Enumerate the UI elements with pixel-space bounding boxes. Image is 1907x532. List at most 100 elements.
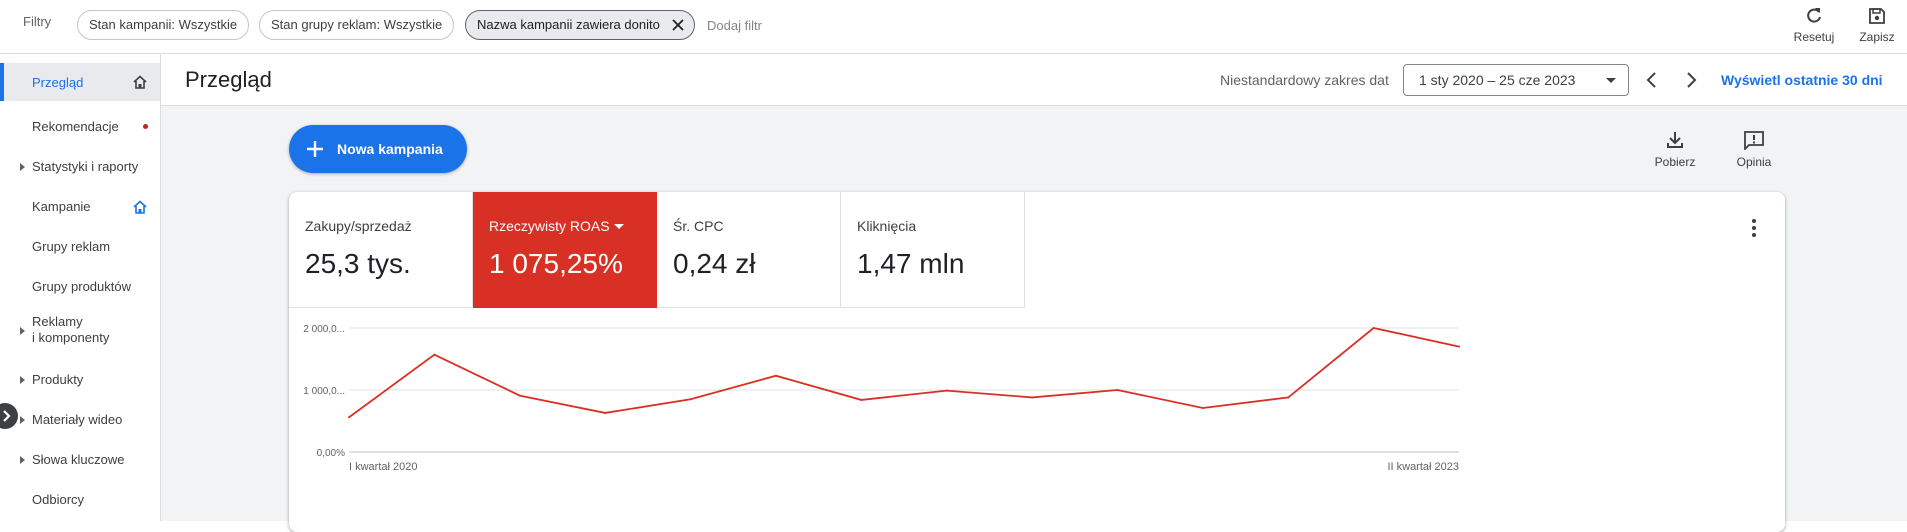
close-icon[interactable] xyxy=(671,18,685,32)
page-title: Przegląd xyxy=(185,67,272,92)
data-point xyxy=(1116,389,1119,391)
metric-value: 25,3 tys. xyxy=(305,248,411,279)
sidebar-item-ads-assets[interactable]: Reklamy i komponenty xyxy=(0,314,160,348)
sidebar-item-label: Odbiorcy xyxy=(32,492,85,507)
chevron-left-icon[interactable] xyxy=(1640,68,1664,92)
sidebar-item-products[interactable]: Produkty xyxy=(0,368,160,392)
overview-card: Zakupy/sprzedaż 25,3 tys. Rzeczywisty RO… xyxy=(289,192,1785,532)
filter-chip-campaign-name-label: Nazwa kampanii zawiera donito xyxy=(477,17,660,32)
sidebar-item-label: Słowa kluczowe xyxy=(32,452,125,467)
data-point xyxy=(1031,396,1034,399)
expand-caret-icon xyxy=(20,163,25,171)
metric-label: Zakupy/sprzedaż xyxy=(305,218,412,234)
reset-button[interactable]: Resetuj xyxy=(1784,6,1844,44)
metric-label: Śr. CPC xyxy=(673,218,724,234)
notification-dot xyxy=(143,124,148,129)
sidebar-item-videos[interactable]: Materiały wideo xyxy=(0,408,160,432)
plus-icon xyxy=(307,141,323,157)
sidebar-item-audiences[interactable]: Odbiorcy xyxy=(0,488,160,512)
data-point xyxy=(433,353,436,356)
y-tick-label: 0,00% xyxy=(317,448,345,459)
data-point xyxy=(860,398,863,401)
metric-tile-avg-cpc[interactable]: Śr. CPC 0,24 zł xyxy=(657,192,841,308)
sidebar-item-label: Materiały wideo xyxy=(32,412,123,427)
save-icon xyxy=(1869,8,1885,24)
refresh-icon xyxy=(1807,8,1821,23)
sidebar-item-campaigns[interactable]: Kampanie xyxy=(0,195,160,219)
y-tick-label: 1 000,0... xyxy=(303,386,345,397)
page-header: Przegląd Niestandardowy zakres dat 1 sty… xyxy=(161,54,1907,106)
home-icon xyxy=(133,75,147,89)
metric-label: Kliknięcia xyxy=(857,218,917,234)
data-point xyxy=(774,374,777,377)
sidebar-item-insights-reports[interactable]: Statystyki i raporty xyxy=(0,155,160,179)
filter-chip-campaign-name[interactable]: Nazwa kampanii zawiera donito xyxy=(465,10,695,40)
sidebar-item-label: Statystyki i raporty xyxy=(32,159,139,174)
sidebar-item-overview[interactable]: Przegląd xyxy=(0,63,160,101)
y-tick-label: 2 000,0... xyxy=(303,324,345,335)
download-icon xyxy=(1667,132,1683,148)
feedback-label: Opinia xyxy=(1736,155,1772,169)
sidebar-item-label: Reklamy xyxy=(32,314,83,329)
chevron-right-icon xyxy=(3,410,11,422)
dropdown-arrow-icon[interactable] xyxy=(614,224,624,229)
x-tick-label: II kwartał 2023 xyxy=(1387,461,1459,473)
date-range-select[interactable]: 1 sty 2020 – 25 cze 2023 xyxy=(1403,64,1629,96)
sidebar-item-label: Grupy reklam xyxy=(32,239,111,254)
data-point xyxy=(689,398,692,401)
sidebar-item-label: Rekomendacje xyxy=(32,119,119,134)
save-label: Zapisz xyxy=(1859,30,1895,44)
new-campaign-button[interactable]: Nowa kampania xyxy=(289,125,467,173)
metric-value: 0,24 zł xyxy=(673,248,756,279)
sidebar-item-label-line2: i komponenty xyxy=(32,330,110,345)
expand-caret-icon xyxy=(20,416,25,424)
expand-caret-icon xyxy=(20,456,25,464)
metric-value: 1 075,25% xyxy=(489,248,623,279)
collapse-sidebar-button[interactable] xyxy=(0,403,18,429)
save-button[interactable]: Zapisz xyxy=(1847,6,1907,44)
download-label: Pobierz xyxy=(1654,155,1696,169)
data-point xyxy=(1201,406,1204,409)
sidebar-item-label: Produkty xyxy=(32,372,84,387)
chevron-right-icon[interactable] xyxy=(1679,68,1703,92)
metric-tile-clicks[interactable]: Kliknięcia 1,47 mln xyxy=(841,192,1025,308)
roas-line-chart: 2 000,0... 1 000,0... 0,00% I kwartał 2020 I… xyxy=(303,324,1460,473)
metric-value: 1,47 mln xyxy=(857,248,965,279)
x-tick-label: I kwartał 2020 xyxy=(349,461,417,473)
data-point xyxy=(945,389,948,392)
metric-label: Rzeczywisty ROAS xyxy=(489,218,610,234)
metric-tile-conversions[interactable]: Zakupy/sprzedaż 25,3 tys. xyxy=(289,192,473,308)
data-point xyxy=(1458,345,1460,348)
data-point xyxy=(604,411,607,414)
data-point xyxy=(1287,396,1290,399)
feedback-button[interactable]: Opinia xyxy=(1724,130,1784,169)
expand-caret-icon xyxy=(20,376,25,384)
add-filter-button[interactable]: Dodaj filtr xyxy=(707,18,762,33)
sidebar-item-recommendations[interactable]: Rekomendacje xyxy=(0,115,160,139)
filter-bar: Filtry Stan kampanii: Wszystkie Stan gru… xyxy=(0,0,1907,54)
expand-caret-icon xyxy=(20,327,25,335)
show-last-30-days-link[interactable]: Wyświetl ostatnie 30 dni xyxy=(1721,72,1883,88)
data-point xyxy=(1372,327,1375,329)
filters-label: Filtry xyxy=(23,14,52,29)
download-button[interactable]: Pobierz xyxy=(1645,130,1705,169)
more-options-icon[interactable] xyxy=(1751,218,1757,238)
filter-chip-adgroup-status[interactable]: Stan grupy reklam: Wszystkie xyxy=(259,10,455,40)
sidebar-item-product-groups[interactable]: Grupy produktów xyxy=(0,275,160,299)
sidebar-item-keywords[interactable]: Słowa kluczowe xyxy=(0,448,160,472)
dropdown-arrow-icon xyxy=(1606,78,1616,83)
home-icon xyxy=(133,200,147,214)
feedback-icon xyxy=(1744,131,1764,150)
new-campaign-label: Nowa kampania xyxy=(337,141,443,157)
data-point xyxy=(518,394,521,397)
metric-tile-roas[interactable]: Rzeczywisty ROAS 1 075,25% xyxy=(473,192,657,308)
main-content: Nowa kampania Pobierz Opinia Zakupy/sprz… xyxy=(161,106,1907,532)
sidebar-item-label: Grupy produktów xyxy=(32,279,131,294)
reset-label: Resetuj xyxy=(1793,30,1835,44)
date-range-label: Niestandardowy zakres dat xyxy=(1220,72,1389,88)
filter-chip-campaign-status[interactable]: Stan kampanii: Wszystkie xyxy=(77,10,250,40)
sidebar-item-ad-groups[interactable]: Grupy reklam xyxy=(0,235,160,259)
sidebar-item-label: Przegląd xyxy=(32,75,84,90)
date-range-value: 1 sty 2020 – 25 cze 2023 xyxy=(1419,72,1576,88)
sidebar: Przegląd Rekomendacje Statystyki i rapor… xyxy=(0,54,161,521)
